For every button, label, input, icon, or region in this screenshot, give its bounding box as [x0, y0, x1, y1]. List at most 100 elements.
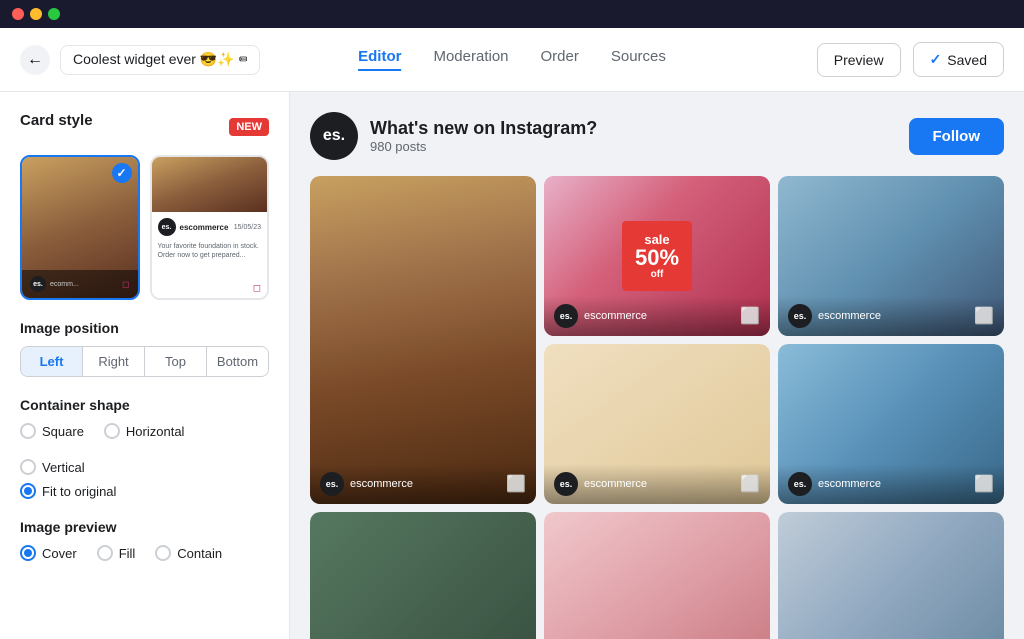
preview-contain-label: Contain: [177, 546, 222, 561]
post-1-logo: es.: [320, 472, 344, 496]
radio-inner-dot: [24, 487, 32, 495]
preview-button[interactable]: Preview: [817, 43, 901, 77]
tab-moderation[interactable]: Moderation: [433, 48, 508, 71]
preview-contain[interactable]: Contain: [155, 545, 222, 561]
sale-off: off: [651, 269, 664, 280]
post-4-ig-icon: ⬜: [740, 474, 760, 494]
post-card-4[interactable]: es. escommerce ⬜: [544, 344, 770, 504]
new-badge: NEW: [229, 118, 269, 136]
shape-fit-original[interactable]: Fit to original: [20, 483, 269, 499]
card-p2-date: 15/05/23: [234, 224, 261, 231]
check-icon: ✓: [930, 51, 942, 68]
image-preview-options: Cover Fill Contain: [20, 545, 269, 561]
follow-button[interactable]: Follow: [909, 118, 1005, 155]
profile-info: What's new on Instagram? 980 posts: [370, 118, 597, 154]
card-preview-list: es. escommerce 15/05/23 Your favorite fo…: [152, 157, 268, 298]
post-3-profile: es. escommerce: [788, 304, 881, 328]
post-3-overlay: es. escommerce ⬜: [778, 296, 1004, 336]
card-p1-username: ecomm...: [50, 281, 79, 288]
shape-fit-original-label: Fit to original: [42, 484, 116, 499]
preview-fill-radio[interactable]: [97, 545, 113, 561]
portrait-bg: [310, 176, 536, 504]
main-layout: Card style NEW es. ecomm... ◻ ✓: [0, 92, 1024, 639]
widget-profile: es. What's new on Instagram? 980 posts: [310, 112, 597, 160]
post-2-profile: es. escommerce: [554, 304, 647, 328]
post-card-1[interactable]: es. escommerce ⬜: [310, 176, 536, 504]
shape-horizontal[interactable]: Horizontal: [104, 423, 185, 439]
shape-square-radio[interactable]: [20, 423, 36, 439]
container-shape-options: Square Horizontal Vertical: [20, 423, 269, 475]
position-right-button[interactable]: Right: [83, 347, 145, 376]
tab-editor[interactable]: Editor: [358, 48, 401, 71]
shape-fit-original-radio[interactable]: [20, 483, 36, 499]
position-bottom-button[interactable]: Bottom: [207, 347, 268, 376]
post-5-logo: es.: [788, 472, 812, 496]
content-area: es. What's new on Instagram? 980 posts F…: [290, 92, 1024, 639]
post-card-7[interactable]: [544, 512, 770, 639]
main-nav: Editor Moderation Order Sources: [358, 48, 666, 71]
title-bar: [0, 0, 1024, 28]
shape-vertical-radio[interactable]: [20, 459, 36, 475]
post-count: 980 posts: [370, 139, 597, 154]
post-img-store: [310, 512, 536, 639]
card-option-portrait[interactable]: es. ecomm... ◻ ✓: [20, 155, 140, 300]
post-card-2[interactable]: sale 50% off es. escommerce ⬜: [544, 176, 770, 336]
preview-cover-radio[interactable]: [20, 545, 36, 561]
widget-title: What's new on Instagram?: [370, 118, 597, 139]
card-options: es. ecomm... ◻ ✓ es. escommerce 15/05/23: [20, 155, 269, 300]
post-1-overlay: es. escommerce ⬜: [310, 464, 536, 504]
saved-label: Saved: [947, 52, 987, 68]
shape-square-label: Square: [42, 424, 84, 439]
post-4-logo: es.: [554, 472, 578, 496]
preview-cover[interactable]: Cover: [20, 545, 77, 561]
card-p2-username: escommerce: [180, 223, 229, 232]
instagram-icon: ◻: [253, 283, 261, 294]
position-top-button[interactable]: Top: [145, 347, 207, 376]
back-arrow-icon: ←: [27, 51, 43, 69]
minimize-button[interactable]: [30, 8, 42, 20]
close-button[interactable]: [12, 8, 24, 20]
post-3-ig-icon: ⬜: [974, 306, 994, 326]
card-p2-logo-row: es. escommerce 15/05/23: [152, 212, 268, 242]
tab-sources[interactable]: Sources: [611, 48, 666, 71]
profile-logo: es.: [310, 112, 358, 160]
post-img-flowers: [544, 512, 770, 639]
preview-contain-radio[interactable]: [155, 545, 171, 561]
saved-button[interactable]: ✓ Saved: [913, 42, 1004, 77]
preview-fill[interactable]: Fill: [97, 545, 136, 561]
card-p2-desc: Your favorite foundation in stock. Order…: [152, 242, 268, 260]
card-p2-logo: es.: [158, 218, 176, 236]
shape-square[interactable]: Square: [20, 423, 84, 439]
widget-title-input[interactable]: [60, 45, 260, 75]
card-option-list[interactable]: es. escommerce 15/05/23 Your favorite fo…: [150, 155, 270, 300]
app-header: ← Editor Moderation Order Sources Previe…: [0, 28, 1024, 92]
image-position-label: Image position: [20, 320, 269, 336]
maximize-button[interactable]: [48, 8, 60, 20]
post-5-username: escommerce: [818, 478, 881, 490]
post-4-overlay: es. escommerce ⬜: [544, 464, 770, 504]
header-actions: Preview ✓ Saved: [817, 42, 1004, 77]
card-p1-logo: es.: [30, 276, 46, 292]
post-4-username: escommerce: [584, 478, 647, 490]
back-button[interactable]: ←: [20, 45, 50, 75]
shape-vertical-label: Vertical: [42, 460, 85, 475]
card-p1-ig-icon: ◻: [122, 279, 129, 290]
container-shape-label: Container shape: [20, 397, 269, 413]
post-card-6[interactable]: [310, 512, 536, 639]
post-2-logo: es.: [554, 304, 578, 328]
post-card-3[interactable]: es. escommerce ⬜: [778, 176, 1004, 336]
shape-vertical[interactable]: Vertical: [20, 459, 85, 475]
post-5-profile: es. escommerce: [788, 472, 881, 496]
cover-radio-dot: [24, 549, 32, 557]
image-preview-label: Image preview: [20, 519, 269, 535]
post-1-username: escommerce: [350, 478, 413, 490]
widget-header: es. What's new on Instagram? 980 posts F…: [310, 112, 1004, 160]
sale-badge: sale 50% off: [622, 221, 692, 291]
profile-initials: es.: [323, 127, 345, 145]
post-card-5[interactable]: es. escommerce ⬜: [778, 344, 1004, 504]
post-card-8[interactable]: [778, 512, 1004, 639]
shape-horizontal-radio[interactable]: [104, 423, 120, 439]
position-left-button[interactable]: Left: [21, 347, 83, 376]
post-2-overlay: es. escommerce ⬜: [544, 296, 770, 336]
tab-order[interactable]: Order: [541, 48, 579, 71]
